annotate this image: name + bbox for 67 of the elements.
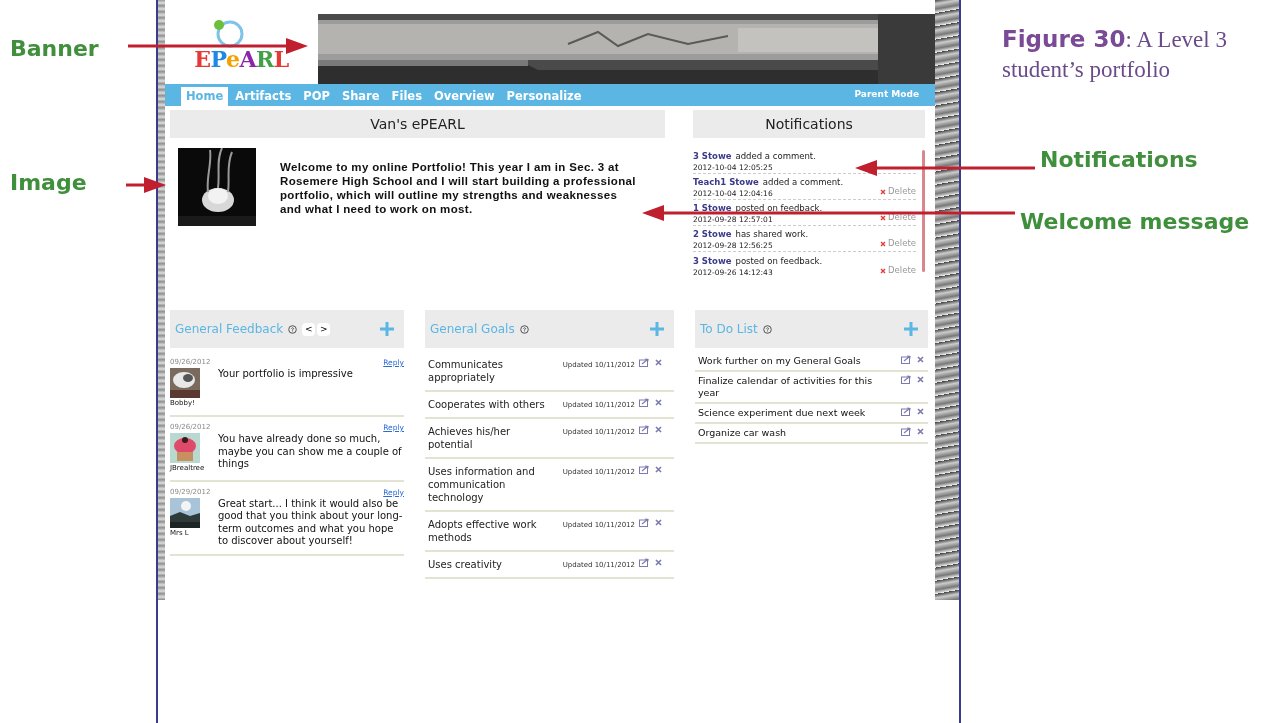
user-name[interactable]: 3 Stowe	[693, 151, 732, 162]
edit-icon[interactable]	[639, 558, 649, 567]
notification-text: posted on feedback.	[735, 256, 823, 267]
user-name[interactable]: 1 Stowe	[693, 203, 732, 214]
edit-icon[interactable]	[901, 375, 911, 384]
feedback-text: Your portfolio is impressive	[218, 368, 353, 382]
edit-icon[interactable]	[639, 398, 649, 407]
goal-name[interactable]: Cooperates with others	[428, 398, 546, 411]
goal-name[interactable]: Communicates appropriately	[428, 358, 546, 384]
notification-text: added a comment.	[762, 177, 844, 188]
annotation-label: Image	[10, 169, 87, 197]
close-icon	[880, 188, 887, 195]
welcome-message: Welcome to my online Portfolio! This year I am in Sec. 3 at Rosemere High School and I will start building a professional portfolio, which will outline my strengths and weaknesses and what I need to work on most.	[280, 160, 636, 217]
edit-icon[interactable]	[639, 425, 649, 434]
edit-icon[interactable]	[901, 427, 911, 436]
todo-item[interactable]: Work further on my General Goals	[698, 355, 878, 367]
close-icon	[880, 240, 887, 247]
panel-header: Van's ePEARL	[170, 110, 665, 138]
close-icon[interactable]	[917, 408, 924, 415]
close-icon[interactable]	[655, 559, 662, 566]
edit-icon[interactable]	[639, 358, 649, 367]
notification-text: has shared work.	[735, 229, 809, 240]
goal-name[interactable]: Adopts effective work methods	[428, 518, 546, 544]
goal-name[interactable]: Uses creativity	[428, 558, 546, 571]
panel-title: General Feedback	[175, 321, 284, 338]
help-icon[interactable]	[762, 324, 772, 334]
panel-header: Notifications	[693, 110, 925, 138]
close-icon[interactable]	[655, 359, 662, 366]
user-name[interactable]: 2 Stowe	[693, 229, 732, 240]
close-icon	[880, 267, 887, 274]
close-icon[interactable]	[917, 428, 924, 435]
logo-text: EPeARL	[194, 45, 289, 74]
goal-name[interactable]: Uses information and communication technology	[428, 465, 546, 504]
todo-item[interactable]: Organize car wash	[698, 427, 878, 439]
edit-icon[interactable]	[901, 407, 911, 416]
goal-name[interactable]: Achieves his/her potential	[428, 425, 546, 451]
close-icon[interactable]	[655, 399, 662, 406]
close-icon[interactable]	[655, 426, 662, 433]
notification-text: posted on feedback.	[735, 203, 823, 214]
panel-title: To Do List	[700, 321, 758, 338]
close-icon[interactable]	[655, 466, 662, 473]
annotation-label: Welcome message	[1020, 208, 1250, 236]
previous-button[interactable]: <	[302, 322, 316, 336]
scrollbar[interactable]	[922, 150, 925, 272]
feedback-text: Great start... I think it would also be good that you think about your long-term outcomes and what you hope to discover about yourself!	[218, 497, 404, 548]
annotation-label: Notifications	[1040, 146, 1198, 174]
todo-item[interactable]: Finalize calendar of activities for this year	[698, 375, 878, 399]
next-button[interactable]: >	[317, 322, 331, 336]
help-icon[interactable]	[519, 324, 529, 334]
help-icon[interactable]	[288, 324, 298, 334]
logo[interactable]: EPeARL	[165, 14, 318, 84]
arrow	[126, 175, 166, 195]
notification-text: added a comment.	[735, 151, 816, 162]
close-icon[interactable]	[655, 519, 662, 526]
todo-item[interactable]: Science experiment due next week	[698, 407, 878, 419]
close-icon	[880, 214, 887, 221]
edit-icon[interactable]	[639, 518, 649, 527]
edit-icon[interactable]	[901, 355, 911, 364]
feedback-text: You have already done so much, maybe you can show me a couple of things	[218, 433, 403, 471]
edit-icon[interactable]	[639, 465, 649, 474]
user-name[interactable]: Teach1 Stowe	[693, 177, 759, 188]
close-icon[interactable]	[917, 356, 924, 363]
figure-caption: Figure 30: A Level 3 student’s portfolio	[1002, 25, 1228, 84]
close-icon[interactable]	[917, 376, 924, 383]
panel-title: General Goals	[430, 321, 515, 338]
annotation-label: Banner	[10, 35, 99, 63]
user-name[interactable]: 3 Stowe	[693, 256, 732, 267]
